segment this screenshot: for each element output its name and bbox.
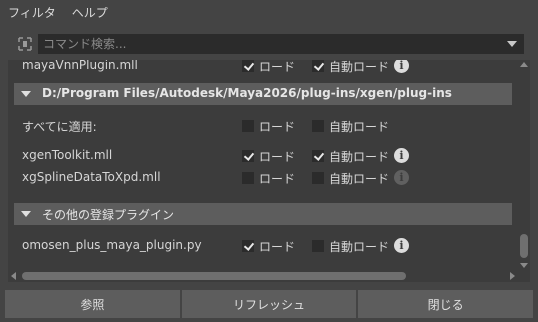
info-icon[interactable]: i [394, 238, 409, 253]
apply-all-label: すべてに適用: [22, 120, 97, 134]
info-icon: i [394, 170, 409, 185]
search-scope-icon[interactable] [16, 35, 34, 53]
load-checkbox[interactable] [242, 172, 254, 184]
autoload-label: 自動ロード [329, 120, 390, 134]
section-header-xgen[interactable]: D:/Program Files/Autodesk/Maya2026/plug-… [14, 83, 512, 105]
dropdown-arrow-icon[interactable] [507, 41, 517, 47]
horizontal-scrollbar[interactable] [8, 270, 518, 282]
autoload-checkbox[interactable] [312, 172, 324, 184]
menubar: フィルタ ヘルプ [0, 0, 538, 24]
apply-all-load-checkbox[interactable] [242, 120, 254, 132]
plugin-list-panel: mayaVnnPlugin.mll ロード 自動ロード i D:/Program… [8, 60, 530, 282]
plugin-name: xgSplineDataToXpd.mll [22, 170, 161, 184]
scroll-up-icon[interactable] [520, 62, 528, 67]
info-icon[interactable]: i [394, 60, 409, 73]
search-row: コマンド検索... [0, 30, 538, 58]
button-bar: 参照 リフレッシュ 閉じる [5, 290, 534, 318]
vertical-scroll-thumb[interactable] [520, 234, 528, 258]
plugin-name: xgenToolkit.mll [22, 148, 113, 162]
browse-button[interactable]: 参照 [5, 290, 180, 318]
autoload-checkbox[interactable] [312, 240, 324, 252]
load-checkbox[interactable] [242, 150, 254, 162]
apply-all-autoload-checkbox[interactable] [312, 120, 324, 132]
plugin-name: mayaVnnPlugin.mll [22, 60, 138, 72]
list-item: mayaVnnPlugin.mll ロード 自動ロード i [8, 60, 512, 78]
load-label: ロード [259, 60, 296, 74]
refresh-button[interactable]: リフレッシュ [181, 290, 357, 318]
collapse-triangle-icon[interactable] [21, 91, 31, 97]
autoload-label: 自動ロード [329, 172, 390, 186]
load-checkbox[interactable] [242, 60, 254, 72]
menu-filter[interactable]: フィルタ [8, 4, 56, 21]
scroll-left-icon[interactable] [11, 272, 16, 280]
load-label: ロード [259, 150, 296, 164]
scroll-right-icon[interactable] [510, 272, 515, 280]
section-title: その他の登録プラグイン [42, 208, 175, 222]
section-title: D:/Program Files/Autodesk/Maya2026/plug-… [42, 86, 452, 100]
autoload-label: 自動ロード [329, 60, 390, 74]
horizontal-scroll-thumb[interactable] [22, 272, 406, 280]
search-input[interactable]: コマンド検索... [38, 34, 524, 54]
search-placeholder: コマンド検索... [43, 37, 127, 51]
apply-all-row: すべてに適用: ロード 自動ロード [8, 114, 512, 138]
menu-help[interactable]: ヘルプ [72, 4, 108, 21]
collapse-triangle-icon[interactable] [21, 211, 31, 217]
scroll-down-icon[interactable] [520, 263, 528, 268]
close-button[interactable]: 閉じる [358, 290, 534, 318]
list-item: omosen_plus_maya_plugin.py ロード 自動ロード i [8, 234, 512, 258]
load-checkbox[interactable] [242, 240, 254, 252]
section-header-other[interactable]: その他の登録プラグイン [14, 203, 512, 225]
list-item: xgSplineDataToXpd.mll ロード 自動ロード i [8, 166, 512, 190]
autoload-label: 自動ロード [329, 150, 390, 164]
autoload-checkbox[interactable] [312, 60, 324, 72]
load-label: ロード [259, 240, 296, 254]
load-label: ロード [259, 172, 296, 186]
info-icon[interactable]: i [394, 148, 409, 163]
vertical-scrollbar[interactable] [518, 60, 530, 270]
load-label: ロード [259, 120, 296, 134]
plugin-name: omosen_plus_maya_plugin.py [22, 238, 202, 252]
autoload-checkbox[interactable] [312, 150, 324, 162]
list-item: xgenToolkit.mll ロード 自動ロード i [8, 144, 512, 168]
autoload-label: 自動ロード [329, 240, 390, 254]
